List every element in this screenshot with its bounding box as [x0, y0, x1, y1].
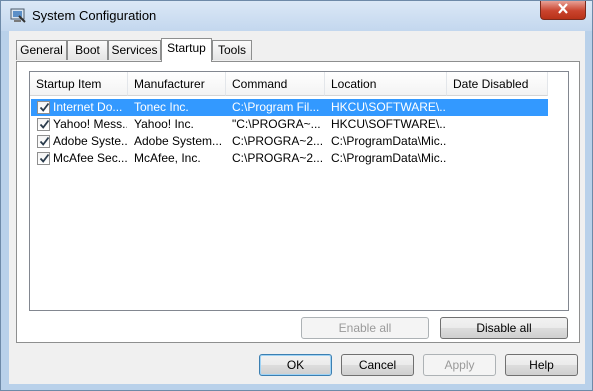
startup-tab-panel: Startup Item Manufacturer Command Locati…	[16, 61, 580, 343]
title-bar[interactable]: System Configuration	[1, 1, 592, 31]
column-header-startup-item[interactable]: Startup Item	[30, 72, 128, 96]
tab-services[interactable]: Services	[108, 40, 161, 60]
cell-location: C:\ProgramData\Mic...	[331, 134, 446, 148]
cell-command: C:\PROGRA~2...	[232, 134, 324, 148]
startup-items-list[interactable]: Startup Item Manufacturer Command Locati…	[29, 71, 569, 311]
column-header-location[interactable]: Location	[325, 72, 447, 96]
cell-command: C:\Program Fil...	[232, 100, 320, 114]
cell-startup-item: Internet Do...	[53, 100, 123, 114]
cell-command: "C:\PROGRA~...	[232, 117, 321, 131]
msconfig-app-icon	[10, 8, 26, 24]
startup-item-checkbox[interactable]	[37, 118, 50, 131]
ok-button[interactable]: OK	[259, 354, 332, 376]
checkmark-icon	[39, 102, 50, 112]
checkmark-icon	[39, 119, 50, 129]
cell-startup-item: McAfee Sec...	[53, 151, 127, 165]
table-row[interactable]: McAfee Sec... McAfee, Inc. C:\PROGRA~2..…	[31, 150, 548, 167]
column-header-date-disabled[interactable]: Date Disabled	[447, 72, 548, 96]
dialog-client-area: General Boot Services Startup Tools Star…	[9, 31, 585, 384]
startup-item-checkbox[interactable]	[37, 101, 50, 114]
table-row[interactable]: Adobe Syste... Adobe System... C:\PROGRA…	[31, 133, 548, 150]
cell-location: C:\ProgramData\Mic...	[331, 151, 446, 165]
help-button[interactable]: Help	[505, 354, 578, 376]
system-configuration-window: System Configuration General Boot Servic…	[0, 0, 593, 391]
column-header-manufacturer[interactable]: Manufacturer	[128, 72, 226, 96]
tab-boot[interactable]: Boot	[67, 40, 108, 60]
cell-startup-item: Adobe Syste...	[53, 134, 127, 148]
cell-location: HKCU\SOFTWARE\...	[331, 117, 446, 131]
checkmark-icon	[39, 153, 50, 163]
tab-general[interactable]: General	[16, 40, 67, 60]
disable-all-button[interactable]: Disable all	[440, 317, 568, 339]
cell-date-disabled	[453, 116, 548, 133]
cell-date-disabled	[453, 99, 548, 116]
cell-manufacturer: McAfee, Inc.	[134, 151, 201, 165]
table-row[interactable]: Yahoo! Mess... Yahoo! Inc. "C:\PROGRA~..…	[31, 116, 548, 133]
startup-item-checkbox[interactable]	[37, 135, 50, 148]
close-button[interactable]	[540, 1, 586, 20]
cell-startup-item: Yahoo! Mess...	[53, 117, 127, 131]
apply-button[interactable]: Apply	[423, 354, 496, 376]
startup-item-checkbox[interactable]	[37, 152, 50, 165]
tab-tools[interactable]: Tools	[212, 40, 252, 60]
column-header-command[interactable]: Command	[226, 72, 325, 96]
cell-manufacturer: Adobe System...	[134, 134, 223, 148]
cell-date-disabled	[453, 133, 548, 150]
tab-startup[interactable]: Startup	[161, 38, 212, 62]
close-icon	[557, 3, 569, 17]
cell-command: C:\PROGRA~2...	[232, 151, 324, 165]
checkmark-icon	[39, 136, 50, 146]
cell-manufacturer: Tonec Inc.	[134, 100, 189, 114]
table-row[interactable]: Internet Do... Tonec Inc. C:\Program Fil…	[31, 99, 548, 116]
cell-manufacturer: Yahoo! Inc.	[134, 117, 194, 131]
window-title: System Configuration	[32, 8, 157, 23]
cancel-button[interactable]: Cancel	[341, 354, 414, 376]
cell-date-disabled	[453, 150, 548, 167]
enable-all-button[interactable]: Enable all	[301, 317, 429, 339]
cell-location: HKCU\SOFTWARE\...	[331, 100, 446, 114]
